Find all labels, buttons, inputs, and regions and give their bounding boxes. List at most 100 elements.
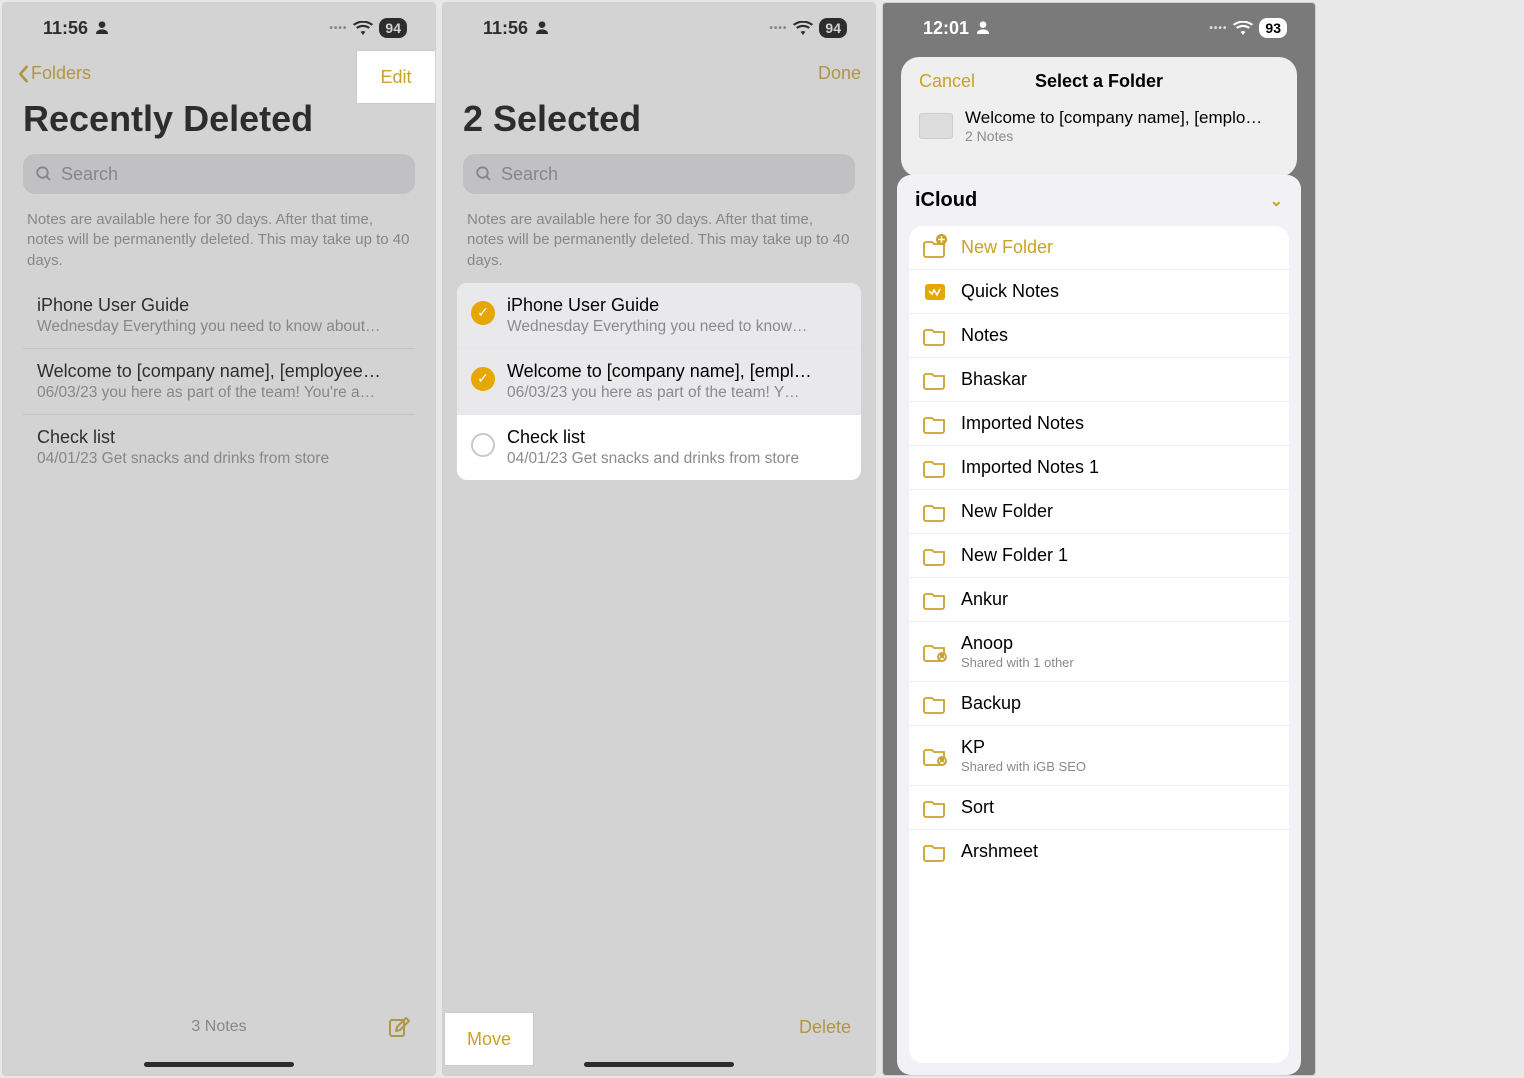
- folder-icon: [923, 798, 947, 818]
- retention-hint: Notes are available here for 30 days. Af…: [3, 204, 435, 283]
- folder-sub: Shared with 1 other: [961, 655, 1074, 670]
- page-title: 2 Selected: [443, 94, 875, 150]
- move-button[interactable]: Move: [445, 1013, 533, 1065]
- wifi-icon: [1233, 21, 1253, 35]
- screen-selection: 11:56 •••• 94 Done 2 Selected Search Not…: [442, 2, 876, 1076]
- shared-folder-icon: [923, 642, 947, 662]
- note-row[interactable]: Check list04/01/23 Get snacks and drinks…: [457, 415, 861, 480]
- folder-row[interactable]: Imported Notes: [909, 402, 1289, 446]
- search-placeholder: Search: [61, 164, 118, 185]
- folder-row[interactable]: New Folder: [909, 490, 1289, 534]
- folder-icon: [923, 326, 947, 346]
- folder-row[interactable]: Bhaskar: [909, 358, 1289, 402]
- back-label: Folders: [31, 63, 91, 84]
- chevron-left-icon: [17, 65, 29, 83]
- folder-row[interactable]: KPShared with iGB SEO: [909, 726, 1289, 786]
- edit-button[interactable]: Edit: [357, 51, 435, 103]
- shared-folder-icon: [923, 746, 947, 766]
- battery-badge: 93: [1259, 18, 1287, 38]
- folder-name: Imported Notes: [961, 413, 1084, 434]
- note-title: iPhone User Guide: [507, 295, 847, 316]
- status-bar: 12:01 •••• 93: [883, 3, 1315, 53]
- battery-badge: 94: [819, 18, 847, 38]
- nav-bar: Done: [443, 53, 875, 94]
- note-title: iPhone User Guide: [37, 295, 401, 316]
- person-icon: [94, 20, 110, 36]
- delete-button[interactable]: Delete: [799, 1017, 851, 1038]
- folder-name: Quick Notes: [961, 281, 1059, 302]
- folder-name: Sort: [961, 797, 994, 818]
- search-icon: [475, 165, 493, 183]
- note-title: Check list: [37, 427, 401, 448]
- status-time: 12:01: [923, 18, 969, 39]
- note-sub: Wednesday Everything you need to know ab…: [37, 318, 401, 336]
- search-input[interactable]: Search: [463, 154, 855, 194]
- checkbox[interactable]: ✓: [471, 301, 495, 325]
- note-row[interactable]: Check list 04/01/23 Get snacks and drinks…: [23, 415, 415, 480]
- folder-icon: [923, 546, 947, 566]
- folder-row[interactable]: Sort: [909, 786, 1289, 830]
- notes-count: 3 Notes: [51, 1018, 387, 1036]
- note-row[interactable]: ✓ Welcome to [company name], [empl… 06/03/…: [457, 349, 861, 415]
- home-indicator[interactable]: [584, 1062, 734, 1067]
- folder-name: Anoop: [961, 633, 1074, 654]
- status-bar: 11:56 •••• 94: [443, 3, 875, 53]
- checkbox[interactable]: [471, 433, 495, 457]
- cell-dots-icon: ••••: [1209, 23, 1227, 34]
- note-row[interactable]: Welcome to [company name], [employee… 06/…: [23, 349, 415, 415]
- note-sub: 06/03/23 you here as part of the team! Y…: [37, 384, 401, 402]
- note-row[interactable]: iPhone User Guide Wednesday Everything yo…: [23, 283, 415, 349]
- folder-row[interactable]: AnoopShared with 1 other: [909, 622, 1289, 682]
- folder-row[interactable]: Arshmeet: [909, 830, 1289, 873]
- person-icon: [975, 20, 991, 36]
- folder-row[interactable]: Imported Notes 1: [909, 446, 1289, 490]
- search-input[interactable]: Search: [23, 154, 415, 194]
- checkbox[interactable]: ✓: [471, 367, 495, 391]
- account-header[interactable]: iCloud ⌄: [897, 175, 1301, 226]
- battery-badge: 94: [379, 18, 407, 38]
- note-sub: 04/01/23 Get snacks and drinks from stor…: [37, 450, 401, 468]
- modal-header-card: Cancel Select a Folder Welcome to [compa…: [901, 57, 1297, 177]
- folder-list: New Folder Quick Notes Notes Bhaskar Importe…: [909, 226, 1289, 1063]
- screen-recently-deleted: 11:56 •••• 94 Folders Recently Deleted S…: [2, 2, 436, 1076]
- edit-label: Edit: [380, 67, 411, 88]
- folder-sheet: iCloud ⌄ New Folder Quick Notes Notes Bhask…: [897, 175, 1301, 1075]
- new-folder-icon: [923, 238, 947, 258]
- folder-name: KP: [961, 737, 1086, 758]
- folder-name: Arshmeet: [961, 841, 1038, 862]
- folder-row[interactable]: Notes: [909, 314, 1289, 358]
- folder-name: Imported Notes 1: [961, 457, 1099, 478]
- folder-row[interactable]: Backup: [909, 682, 1289, 726]
- folder-name: Notes: [961, 325, 1008, 346]
- folder-icon: [923, 590, 947, 610]
- screen-select-folder: 12:01 •••• 93 Cancel Select a Folder Wel…: [882, 2, 1316, 1076]
- cell-dots-icon: ••••: [329, 23, 347, 34]
- modal-title: Select a Folder: [975, 71, 1223, 92]
- selection-count: 2 Notes: [965, 128, 1279, 144]
- done-button[interactable]: Done: [818, 63, 861, 84]
- folder-icon: [923, 502, 947, 522]
- folder-row[interactable]: Quick Notes: [909, 270, 1289, 314]
- folder-name: New Folder 1: [961, 545, 1068, 566]
- folder-row[interactable]: New Folder 1: [909, 534, 1289, 578]
- compose-icon[interactable]: [387, 1015, 411, 1039]
- cancel-button[interactable]: Cancel: [919, 71, 975, 92]
- status-bar: 11:56 •••• 94: [3, 3, 435, 53]
- note-title: Welcome to [company name], [empl…: [507, 361, 847, 382]
- folder-row[interactable]: Ankur: [909, 578, 1289, 622]
- retention-hint: Notes are available here for 30 days. Af…: [443, 204, 875, 283]
- note-title: Welcome to [company name], [employee…: [37, 361, 401, 382]
- folder-sub: Shared with iGB SEO: [961, 759, 1086, 774]
- search-icon: [35, 165, 53, 183]
- new-folder-button[interactable]: New Folder: [909, 226, 1289, 270]
- quick-notes-icon: [923, 282, 947, 302]
- home-indicator[interactable]: [144, 1062, 294, 1067]
- back-button[interactable]: Folders: [17, 63, 91, 84]
- folder-icon: [923, 842, 947, 862]
- note-sub: 06/03/23 you here as part of the team! Y…: [507, 384, 847, 402]
- note-row[interactable]: ✓iPhone User GuideWednesday Everything y…: [457, 283, 861, 349]
- new-folder-label: New Folder: [961, 237, 1053, 258]
- folder-icon: [923, 414, 947, 434]
- chevron-down-icon: ⌄: [1270, 191, 1283, 211]
- note-sub: 04/01/23 Get snacks and drinks from stor…: [507, 450, 847, 468]
